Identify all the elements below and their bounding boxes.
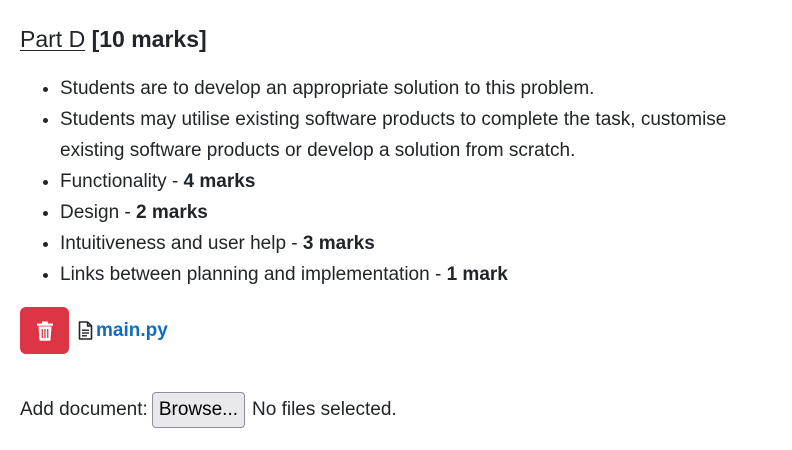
part-marks: [10 marks] <box>91 26 207 52</box>
criteria-text: Functionality - <box>60 171 184 192</box>
criteria-text: Intuitiveness and user help - <box>60 233 303 254</box>
attached-file-row: main.py <box>20 307 168 354</box>
criteria-marks: 4 marks <box>183 171 256 192</box>
criteria-marks: 3 marks <box>302 233 375 254</box>
upload-row: Add document: Browse... No files selecte… <box>20 391 397 428</box>
criteria-item: Students may utilise existing software p… <box>60 104 790 166</box>
criteria-text: Students may utilise existing software p… <box>60 109 727 161</box>
part-title: Part D <box>20 26 86 52</box>
upload-status: No files selected. <box>252 398 397 420</box>
criteria-text: Design - <box>60 202 137 223</box>
criteria-marks: 1 mark <box>446 264 508 285</box>
criteria-item: Functionality - 4 marks <box>60 166 790 197</box>
browse-button[interactable]: Browse... <box>151 391 246 428</box>
criteria-text: Links between planning and implementatio… <box>60 264 447 285</box>
delete-file-button[interactable] <box>20 307 69 354</box>
section-heading: Part D [10 marks] <box>20 24 207 54</box>
criteria-list: Students are to develop an appropriate s… <box>20 73 790 290</box>
criteria-item: Links between planning and implementatio… <box>60 259 790 290</box>
trash-icon <box>36 321 53 341</box>
criteria-marks: 2 marks <box>136 202 208 223</box>
file-text-icon <box>78 321 93 340</box>
upload-label: Add document: <box>20 398 148 420</box>
criteria-text: Students are to develop an appropriate s… <box>60 78 595 99</box>
criteria-item: Design - 2 marks <box>60 197 790 228</box>
criteria-item: Intuitiveness and user help - 3 marks <box>60 228 790 259</box>
criteria-item: Students are to develop an appropriate s… <box>60 73 790 104</box>
file-link-main-py[interactable]: main.py <box>96 320 168 342</box>
